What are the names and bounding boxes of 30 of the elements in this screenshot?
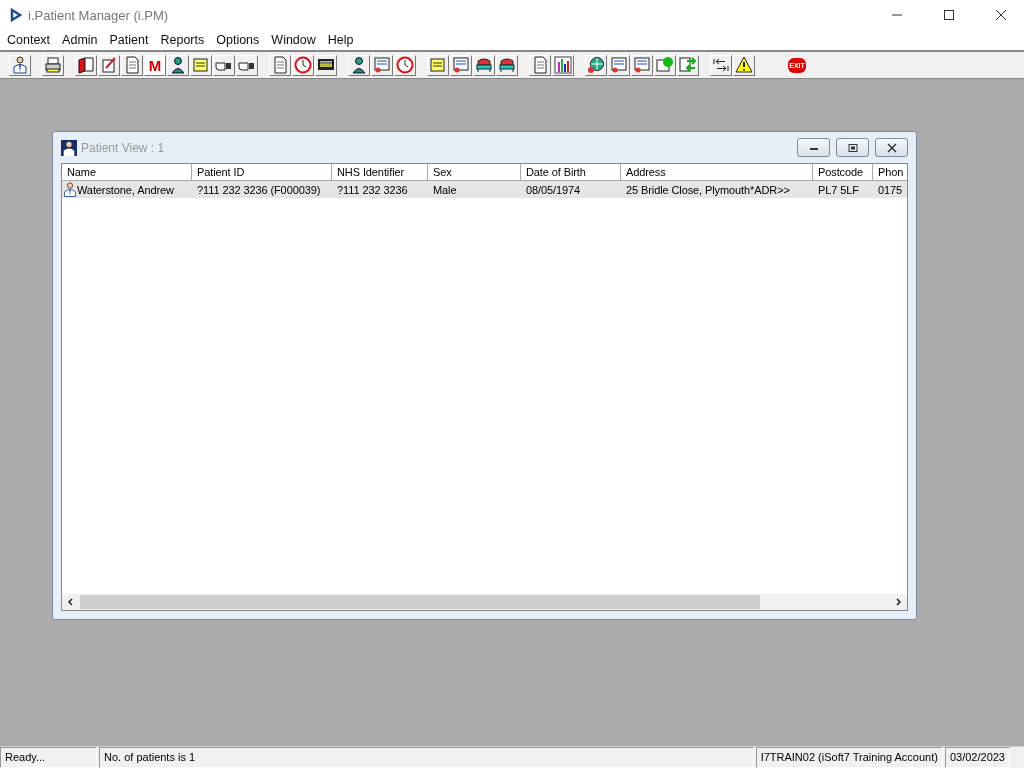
column-header[interactable]: NHS Identifier [332, 164, 428, 181]
table-cell: 0175 [878, 183, 903, 196]
status-panel: Ready... [0, 747, 97, 768]
toolbar-button[interactable]: M [144, 54, 166, 76]
column-header[interactable]: Postcode [813, 164, 873, 181]
menu-item[interactable]: Patient [104, 33, 156, 47]
status-panel: 03/02/2023 [944, 747, 1010, 768]
menu-item[interactable]: Help [322, 33, 361, 47]
status-panel: I7TRAIN02 (iSoft7 Training Account) [755, 747, 943, 768]
column-header[interactable]: Name [62, 164, 192, 181]
table-cell: PL7 5LF [818, 183, 859, 196]
menu-item[interactable]: Options [211, 33, 267, 47]
table-cell: Male [433, 183, 457, 196]
status-panel: No. of patients is 1 [99, 747, 754, 768]
column-header[interactable]: Sex [428, 164, 521, 181]
column-header[interactable]: Date of Birth [521, 164, 621, 181]
table-row[interactable]: Waterstone, Andrew ?111 232 3236 (F000039) ?111 232 3236 Male 08/05/1974 25 Bridle Close, Plymouth*ADR>> PL7 5LF 0175 [62, 181, 907, 198]
menu-item[interactable]: Admin [57, 33, 105, 47]
table-cell: 08/05/1974 [526, 183, 581, 196]
column-header[interactable]: Patient ID [192, 164, 332, 181]
table-cell: ?111 232 3236 [337, 183, 408, 196]
menu-item[interactable]: Window [266, 33, 323, 47]
window-title: i.Patient Manager (i.PM) [28, 7, 169, 23]
window-title: Patient View : 1 [81, 140, 165, 155]
table-cell: Waterstone, Andrew [77, 183, 174, 196]
table-cell: 25 Bridle Close, Plymouth*ADR>> [626, 183, 790, 196]
menu-item[interactable]: Reports [155, 33, 212, 47]
column-header[interactable]: Address [621, 164, 813, 181]
menu-item[interactable]: Context [2, 33, 58, 47]
table-cell: ?111 232 3236 (F000039) [197, 183, 321, 196]
